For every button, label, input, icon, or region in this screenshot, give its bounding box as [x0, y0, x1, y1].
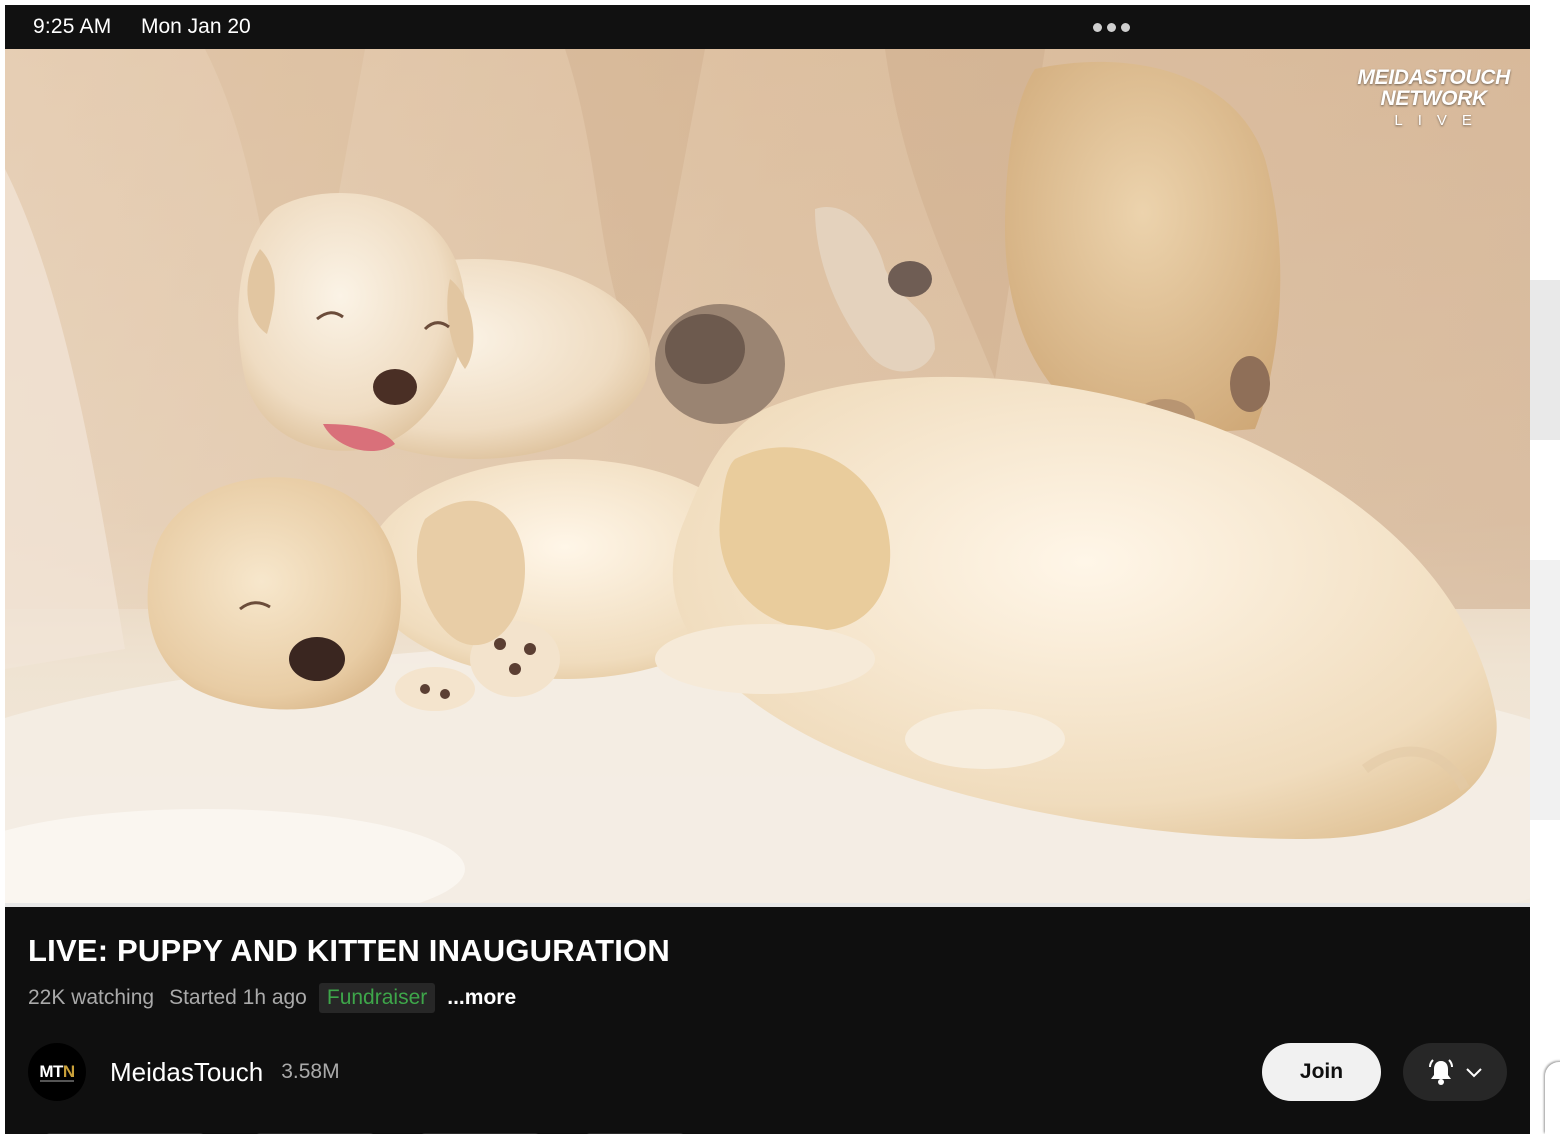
started-time: Started 1h ago: [169, 986, 307, 1009]
edge-shade-1: [1530, 280, 1560, 440]
video-player[interactable]: MEIDASTOUCH NETWORK LIVE: [5, 49, 1530, 907]
status-time: 9:25 AM: [33, 15, 112, 38]
channel-avatar[interactable]: MTN: [28, 1043, 86, 1101]
chevron-down-icon: [1466, 1068, 1482, 1078]
notification-bell-button[interactable]: [1403, 1043, 1507, 1101]
device-corner: [1545, 1062, 1560, 1134]
more-link[interactable]: ...more: [447, 986, 516, 1010]
subscriber-count: 3.58M: [281, 1060, 340, 1083]
edge-shade-2: [1530, 560, 1560, 820]
status-date: Mon Jan 20: [141, 15, 251, 38]
avatar-logo-underline: [40, 1080, 74, 1082]
video-progress-bar[interactable]: [5, 903, 1530, 907]
video-frame: [5, 49, 1530, 907]
bell-icon: [1429, 1059, 1453, 1085]
avatar-logo-n: N: [62, 1062, 75, 1081]
multitasking-dots-icon[interactable]: [1093, 23, 1130, 32]
channel-name[interactable]: MeidasTouch: [110, 1057, 263, 1088]
network-watermark: MEIDASTOUCH NETWORK LIVE: [1357, 67, 1510, 129]
fundraiser-badge[interactable]: Fundraiser: [318, 983, 436, 1013]
viewer-count: 22K watching: [28, 986, 155, 1009]
avatar-logo-mt: MT: [39, 1062, 63, 1081]
screen-edge: [1530, 0, 1560, 1134]
next-row-chips: [45, 1129, 685, 1134]
avatar-logo: MTN: [39, 1062, 75, 1082]
video-meta[interactable]: 22K watching Started 1h ago Fundraiser .…: [28, 983, 516, 1013]
video-title: LIVE: PUPPY AND KITTEN INAUGURATION: [28, 933, 670, 968]
app-window: 9:25 AM Mon Jan 20 MEIDASTOUCH NETWORK L…: [5, 5, 1530, 1134]
watermark-line-2: NETWORK: [1380, 87, 1487, 110]
watermark-live: LIVE: [1394, 112, 1487, 129]
join-button[interactable]: Join: [1262, 1043, 1381, 1101]
channel-row[interactable]: MTN MeidasTouch 3.58M: [28, 1043, 340, 1101]
status-bar: 9:25 AM Mon Jan 20: [5, 5, 1530, 49]
watermark-line-1: MEIDASTOUCH: [1357, 66, 1510, 89]
